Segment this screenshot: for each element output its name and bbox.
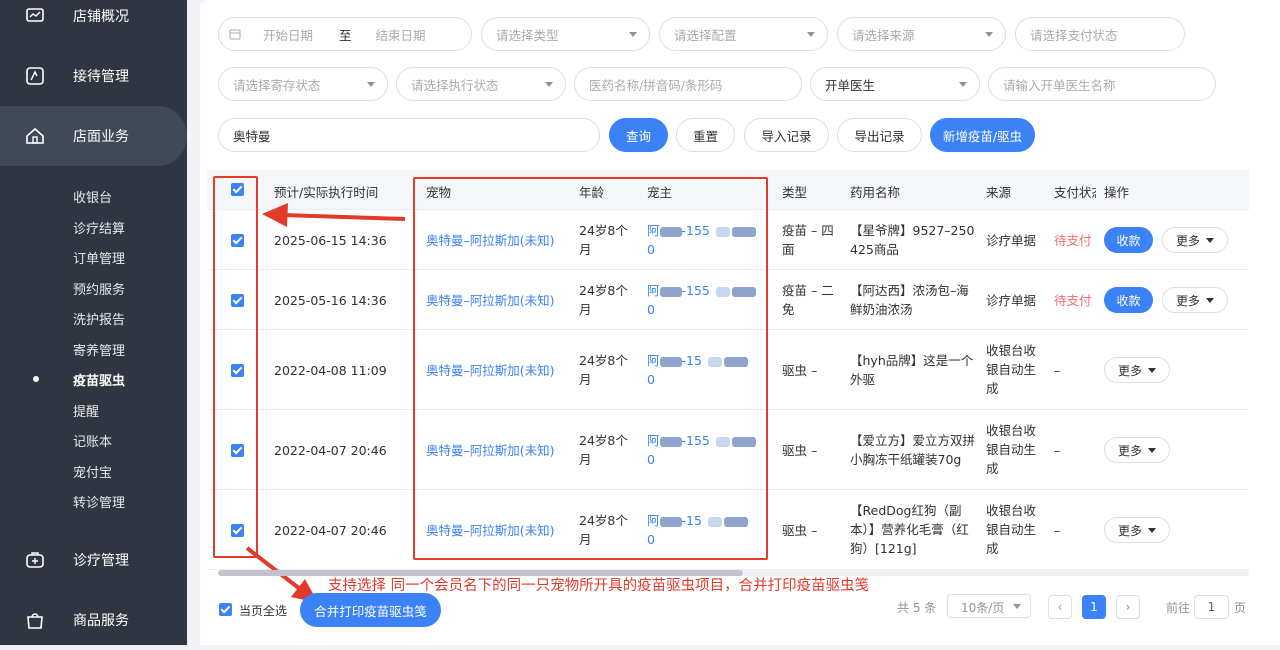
page-size-text: 10条/页 [961, 601, 1005, 615]
select-all-label: 当页全选 [239, 604, 288, 618]
total-count: 共 5 条 [897, 601, 937, 615]
page-unit-label: 页 [1234, 601, 1247, 615]
next-page-button[interactable]: › [1116, 595, 1140, 619]
chevron-down-icon [1013, 604, 1021, 609]
page-1-button[interactable]: 1 [1082, 595, 1106, 619]
merge-print-button[interactable]: 合并打印疫苗驱虫笺 [300, 593, 441, 627]
annotation-text: 支持选择 同一个会员名下的同一只宠物所开具的疫苗驱虫项目，合并打印疫苗驱虫笺 [328, 578, 870, 594]
goto-input[interactable]: 1 [1194, 595, 1229, 619]
annotation-arrows [245, 203, 406, 603]
goto-label: 前往 [1166, 601, 1191, 615]
select-all-checkbox[interactable] [219, 603, 232, 616]
prev-page-button[interactable]: ‹ [1048, 595, 1072, 619]
page-size-select[interactable]: 10条/页 [947, 594, 1031, 618]
